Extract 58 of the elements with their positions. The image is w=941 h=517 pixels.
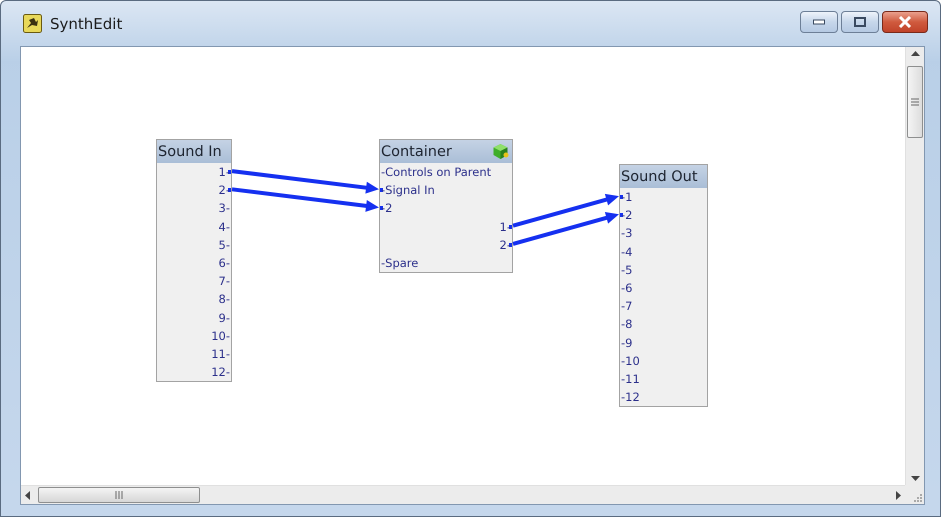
port-label[interactable]: 2- (500, 238, 511, 252)
port-label[interactable]: 10- (211, 328, 230, 343)
module-title: Sound In (158, 144, 222, 160)
port-label[interactable]: 4- (218, 220, 230, 234)
port-label[interactable]: -Controls on Parent (381, 165, 492, 179)
port-label[interactable]: -Spare (381, 256, 418, 270)
wire-arrow[interactable] (232, 187, 379, 212)
port-label[interactable]: 6- (218, 256, 230, 270)
module-box[interactable]: Sound In 1- 2- 3- 4- 5- 6- 7- 8- 9- 10- 11- 12- (156, 139, 232, 382)
maximize-button[interactable] (841, 10, 879, 32)
port-label[interactable]: 8- (218, 292, 230, 306)
wire-arrow[interactable] (232, 169, 379, 194)
maximize-icon (854, 16, 866, 26)
window-title: SynthEdit (50, 14, 124, 32)
port-label[interactable]: -5 (621, 262, 632, 277)
port-label[interactable]: -2 (381, 201, 392, 216)
module-box[interactable]: Sound Out -1 -2 -3 -4 -5 -6 -7 -8 -9 -10 -11 -12 (619, 164, 708, 408)
scrollbar-thumb[interactable] (38, 487, 200, 503)
cube-icon[interactable] (492, 143, 509, 160)
module-title: Container (381, 144, 452, 160)
size-grip-icon[interactable] (913, 493, 922, 502)
port-label[interactable]: -7 (621, 299, 632, 314)
port-label[interactable]: 1- (500, 220, 511, 234)
wire-arrow[interactable] (512, 212, 619, 246)
port-label[interactable]: -1 (621, 190, 632, 204)
port-label[interactable]: -9 (621, 336, 632, 350)
app-icon (23, 14, 42, 33)
scrollbar-thumb[interactable] (907, 66, 923, 138)
port-label[interactable]: 7- (218, 274, 230, 288)
port-label[interactable]: -3 (621, 226, 632, 240)
scroll-right-icon[interactable] (896, 490, 901, 500)
scroll-left-icon[interactable] (25, 490, 30, 500)
scroll-down-icon[interactable] (910, 476, 920, 481)
port-label[interactable]: 3- (218, 201, 230, 216)
port-label[interactable]: -8 (621, 317, 632, 332)
port-label[interactable]: 1- (218, 165, 230, 179)
port-label[interactable]: -Signal In (381, 183, 435, 198)
port-label[interactable]: 11- (211, 346, 230, 361)
port-label[interactable]: -2 (621, 208, 632, 222)
grip-icon (911, 98, 919, 106)
grip-icon (115, 491, 123, 499)
port-label[interactable]: 9- (218, 310, 230, 324)
module-title: Sound Out (621, 168, 698, 184)
port-label[interactable]: 5- (218, 238, 230, 252)
scroll-up-icon[interactable] (910, 51, 920, 56)
port-label[interactable]: -11 (621, 372, 640, 386)
minimize-icon (813, 18, 825, 24)
port-label[interactable]: 2- (218, 183, 230, 198)
port-label[interactable]: 12- (211, 365, 230, 380)
port-label[interactable]: -12 (621, 390, 640, 404)
close-button[interactable] (882, 10, 928, 32)
port-label[interactable]: -10 (621, 354, 640, 368)
close-icon (898, 16, 912, 28)
module-box[interactable]: Container -Controls on Parent -Signal In -2 1- 2- -Spare (379, 139, 513, 274)
wire-arrow[interactable] (512, 194, 619, 228)
port-label[interactable]: -6 (621, 280, 632, 295)
minimize-button[interactable] (800, 10, 838, 32)
port-label[interactable]: -4 (621, 244, 632, 259)
